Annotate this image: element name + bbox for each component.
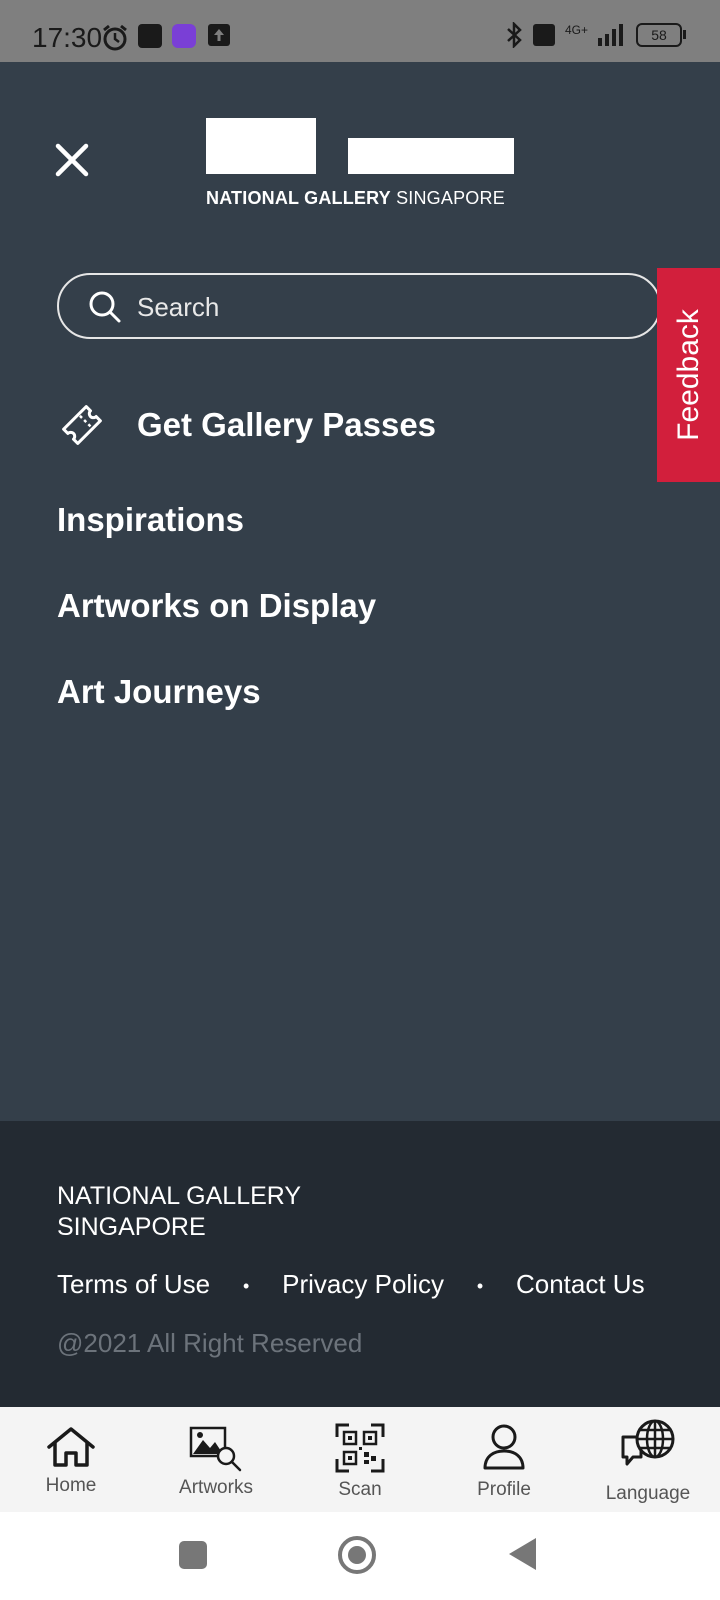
logo-block-right <box>348 138 514 174</box>
upload-icon <box>208 24 230 46</box>
bluetooth-icon <box>507 22 522 48</box>
language-icon <box>621 1419 675 1466</box>
app-notification-icon <box>138 24 162 48</box>
nav-artworks-label: Artworks <box>179 1477 253 1498</box>
search-bar[interactable] <box>57 273 661 339</box>
bottom-navigation: Home Artworks Scan Profile Language <box>0 1407 720 1512</box>
nav-profile[interactable]: Profile <box>444 1407 564 1512</box>
logo-wordmark: NATIONAL GALLERY SINGAPORE <box>206 188 505 209</box>
status-bar: 17:30 4G+ 58 <box>0 0 720 62</box>
signal-icon <box>598 24 623 46</box>
logo-block-left <box>206 118 316 174</box>
nav-language-label: Language <box>605 1483 691 1504</box>
status-time: 17:30 <box>32 22 103 53</box>
copyright-text: @2021 All Right Reserved <box>57 1328 363 1358</box>
logo-wordmark-light: SINGAPORE <box>396 188 505 208</box>
footer-separator: • <box>476 1275 484 1296</box>
nav-scan[interactable]: Scan <box>300 1407 420 1512</box>
get-gallery-passes-label: Get Gallery Passes <box>137 406 437 443</box>
battery-level: 58 <box>651 27 667 43</box>
search-input[interactable] <box>135 283 639 331</box>
nav-scan-label: Scan <box>338 1479 382 1500</box>
nav-home-label: Home <box>45 1475 97 1496</box>
volte-icon <box>532 24 555 46</box>
nav-home[interactable]: Home <box>11 1407 131 1512</box>
feedback-label: Feedback <box>671 309 705 441</box>
privacy-policy-link[interactable]: Privacy Policy <box>282 1269 444 1299</box>
system-navigation-bar <box>0 1512 720 1600</box>
artworks-icon <box>189 1426 242 1472</box>
nav-artworks[interactable]: Artworks <box>156 1407 276 1512</box>
footer-organization: NATIONAL GALLERY SINGAPORE <box>57 1181 357 1243</box>
footer-links: Terms of Use • Privacy Policy • Contact Us <box>57 1269 645 1300</box>
get-gallery-passes-link[interactable]: Get Gallery Passes <box>57 400 436 450</box>
back-icon[interactable] <box>506 1536 538 1572</box>
logo-wordmark-bold: NATIONAL GALLERY <box>206 188 391 208</box>
footer-organization-line2: SINGAPORE <box>57 1213 206 1241</box>
footer-organization-line1: NATIONAL GALLERY <box>57 1182 302 1210</box>
search-icon <box>89 291 121 323</box>
qr-scan-icon <box>335 1423 385 1473</box>
recents-icon[interactable] <box>178 1540 208 1570</box>
feedback-tab[interactable]: Feedback <box>657 268 720 482</box>
gallery-logo[interactable]: NATIONAL GALLERY SINGAPORE <box>206 118 516 210</box>
footer-separator: • <box>243 1275 250 1296</box>
contact-us-link[interactable]: Contact Us <box>516 1269 645 1299</box>
home-icon <box>47 1427 95 1467</box>
alarm-icon <box>103 24 127 51</box>
close-icon[interactable] <box>54 142 90 178</box>
menu-item-art-journeys[interactable]: Art Journeys <box>57 673 261 711</box>
battery-indicator: 58 <box>636 23 686 47</box>
home-system-icon[interactable] <box>336 1534 378 1576</box>
profile-icon <box>483 1424 525 1470</box>
navigation-drawer: NATIONAL GALLERY SINGAPORE Get Gallery P… <box>0 62 720 1121</box>
nav-language[interactable]: Language <box>588 1407 708 1512</box>
terms-of-use-link[interactable]: Terms of Use <box>57 1269 210 1299</box>
menu-item-inspirations[interactable]: Inspirations <box>57 501 244 539</box>
lazada-notification-icon <box>172 24 196 48</box>
ticket-icon <box>62 405 102 445</box>
status-right: 4G+ 58 <box>505 22 686 48</box>
nav-profile-label: Profile <box>477 1479 531 1500</box>
menu-item-artworks-on-display[interactable]: Artworks on Display <box>57 587 376 625</box>
network-type: 4G+ <box>564 23 588 37</box>
drawer-footer: NATIONAL GALLERY SINGAPORE Terms of Use •… <box>0 1121 720 1407</box>
